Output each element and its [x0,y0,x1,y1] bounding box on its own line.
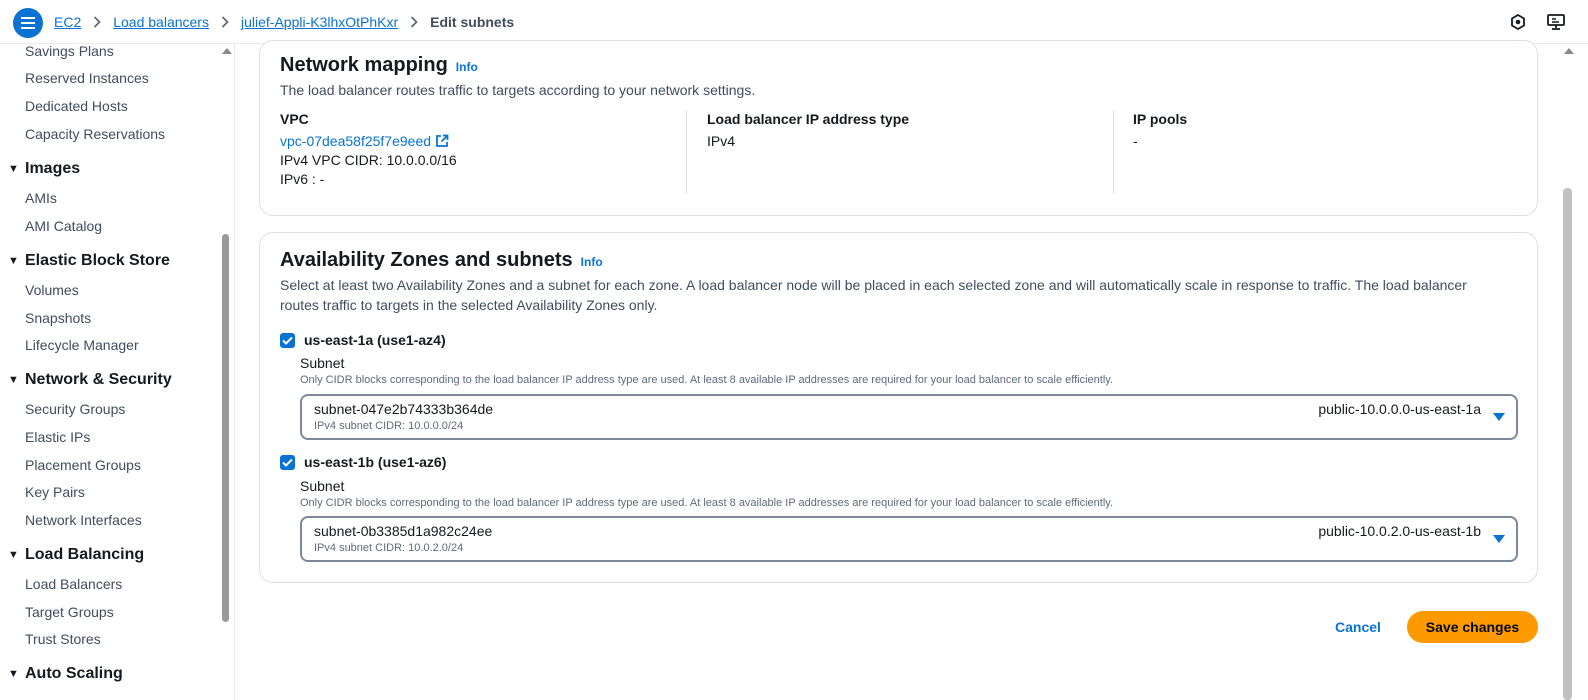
sidebar-item-lifecycle-manager[interactable]: Lifecycle Manager [25,337,139,353]
breadcrumb-current: Edit subnets [430,14,515,30]
sidebar-item-network-interfaces[interactable]: Network Interfaces [25,512,142,528]
column-divider [1113,111,1114,193]
sidebar-item-target-groups[interactable]: Target Groups [25,604,114,620]
subnet-select-us-east-1a[interactable]: subnet-047e2b74333b364de IPv4 subnet CID… [300,394,1518,440]
availability-zones-title: Availability Zones and subnets Info [280,249,603,271]
sidebar-item-security-groups[interactable]: Security Groups [25,401,125,417]
sidebar-section-network-security[interactable]: ▼ Network & Security [8,371,172,389]
ip-pools-column: IP pools - [1133,111,1523,193]
page-scrollbar[interactable] [1560,44,1588,700]
zone-us-east-1b-row: us-east-1b (use1-az6) [280,454,446,470]
network-mapping-description: The load balancer routes traffic to targ… [280,82,756,98]
vpc-column: VPC vpc-07dea58f25f7e9eed IPv4 VPC CIDR:… [280,111,670,193]
zone-us-east-1a-row: us-east-1a (use1-az4) [280,332,446,348]
subnet-hint: Only CIDR blocks corresponding to the lo… [300,374,1114,386]
settings-hex-icon[interactable] [1508,12,1528,32]
availability-zones-description-line2: routes traffic to targets in the selecte… [280,297,658,313]
sidebar-item-reserved-instances[interactable]: Reserved Instances [25,70,149,86]
breadcrumb-ec2[interactable]: EC2 [54,14,81,30]
subnet-id: subnet-047e2b74333b364de [314,401,494,417]
ip-pools-label: IP pools [1133,111,1188,127]
chevron-right-icon [93,16,102,28]
ip-pools-value: - [1133,133,1138,149]
availability-zones-description-line1: Select at least two Availability Zones a… [280,277,1467,293]
subnet-hint: Only CIDR blocks corresponding to the lo… [300,497,1114,509]
sidebar-section-images[interactable]: ▼ Images [8,160,80,178]
sidebar-item-load-balancers[interactable]: Load Balancers [25,576,122,592]
subnet-id: subnet-0b3385d1a982c24ee [314,523,493,539]
subnet-select-us-east-1b[interactable]: subnet-0b3385d1a982c24ee IPv4 subnet CID… [300,516,1518,562]
ip-type-label: Load balancer IP address type [707,111,910,127]
sidebar-item-ami-catalog[interactable]: AMI Catalog [25,218,102,234]
scroll-up-arrow-icon[interactable] [222,48,232,54]
caret-down-icon: ▼ [8,255,19,267]
column-divider [686,111,687,193]
chevron-right-icon [221,16,229,28]
top-navigation-bar: EC2 Load balancers julief-Appli-K3lhxOtP… [0,0,1588,44]
sidebar-item-key-pairs[interactable]: Key Pairs [25,484,85,500]
zone-us-east-1b-label[interactable]: us-east-1b (use1-az6) [304,454,446,470]
cancel-button[interactable]: Cancel [1335,619,1381,635]
page-scroll-thumb[interactable] [1563,188,1572,700]
subnet-name: public-10.0.0.0-us-east-1a [1318,401,1481,417]
scroll-up-arrow-icon[interactable] [1564,48,1574,54]
vpc-ipv6: IPv6 : - [280,171,325,187]
caret-down-icon: ▼ [8,374,19,386]
breadcrumb-load-balancer-name[interactable]: julief-Appli-K3lhxOtPhKxr [241,14,398,30]
menu-icon [21,17,35,29]
hamburger-menu-button[interactable] [13,8,43,38]
subnet-label: Subnet [300,478,345,494]
caret-down-icon: ▼ [8,668,19,680]
sidebar-item-capacity-reservations[interactable]: Capacity Reservations [25,126,165,142]
subnet-cidr: IPv4 subnet CIDR: 10.0.0.0/24 [314,420,464,432]
network-mapping-info-link[interactable]: Info [456,60,478,74]
checkmark-icon [282,458,293,467]
sidebar-item-dedicated-hosts[interactable]: Dedicated Hosts [25,98,128,114]
caret-down-icon: ▼ [8,163,19,175]
sidebar-navigation: Savings Plans Reserved Instances Dedicat… [0,44,235,700]
sidebar-section-elastic-block-store[interactable]: ▼ Elastic Block Store [8,252,170,270]
caret-down-icon: ▼ [8,549,19,561]
caret-down-icon [1493,535,1505,543]
sidebar-section-auto-scaling[interactable]: ▼ Auto Scaling [8,665,123,683]
checkmark-icon [282,336,293,345]
sidebar-item-placement-groups[interactable]: Placement Groups [25,457,141,473]
breadcrumb-load-balancers[interactable]: Load balancers [113,14,209,30]
save-changes-button[interactable]: Save changes [1407,611,1538,643]
ip-type-column: Load balancer IP address type IPv4 [707,111,1097,193]
sidebar-item-volumes[interactable]: Volumes [25,282,79,298]
ip-type-value: IPv4 [707,133,736,149]
sidebar-scrollbar[interactable] [221,44,232,700]
zone-us-east-1a-label[interactable]: us-east-1a (use1-az4) [304,332,446,348]
feedback-monitor-icon[interactable] [1546,12,1566,32]
external-link-icon [436,134,449,147]
chevron-right-icon [410,16,418,28]
sidebar-item-elastic-ips[interactable]: Elastic IPs [25,429,90,445]
network-mapping-panel: Network mapping Info The load balancer r… [259,40,1538,216]
network-mapping-title: Network mapping Info [280,54,478,76]
subnet-label: Subnet [300,355,345,371]
subnet-cidr: IPv4 subnet CIDR: 10.0.2.0/24 [314,542,464,554]
zone-us-east-1a-checkbox[interactable] [280,332,295,348]
caret-down-icon [1493,413,1505,421]
sidebar-item-savings-plans[interactable]: Savings Plans [25,44,114,59]
sidebar-item-amis[interactable]: AMIs [25,190,57,206]
sidebar-scroll-thumb[interactable] [222,234,229,622]
breadcrumb: EC2 Load balancers julief-Appli-K3lhxOtP… [54,14,514,30]
zone-us-east-1b-checkbox[interactable] [280,454,295,470]
availability-zones-info-link[interactable]: Info [581,255,603,269]
vpc-label: VPC [280,111,309,127]
sidebar-section-load-balancing[interactable]: ▼ Load Balancing [8,546,144,564]
availability-zones-panel: Availability Zones and subnets Info Sele… [259,232,1538,583]
sidebar-item-trust-stores[interactable]: Trust Stores [25,631,101,647]
vpc-ipv4-cidr: IPv4 VPC CIDR: 10.0.0.0/16 [280,152,457,168]
main-content: Network mapping Info The load balancer r… [236,40,1552,700]
vpc-id-link[interactable]: vpc-07dea58f25f7e9eed [280,133,670,149]
sidebar-item-snapshots[interactable]: Snapshots [25,310,91,326]
subnet-name: public-10.0.2.0-us-east-1b [1318,523,1481,539]
